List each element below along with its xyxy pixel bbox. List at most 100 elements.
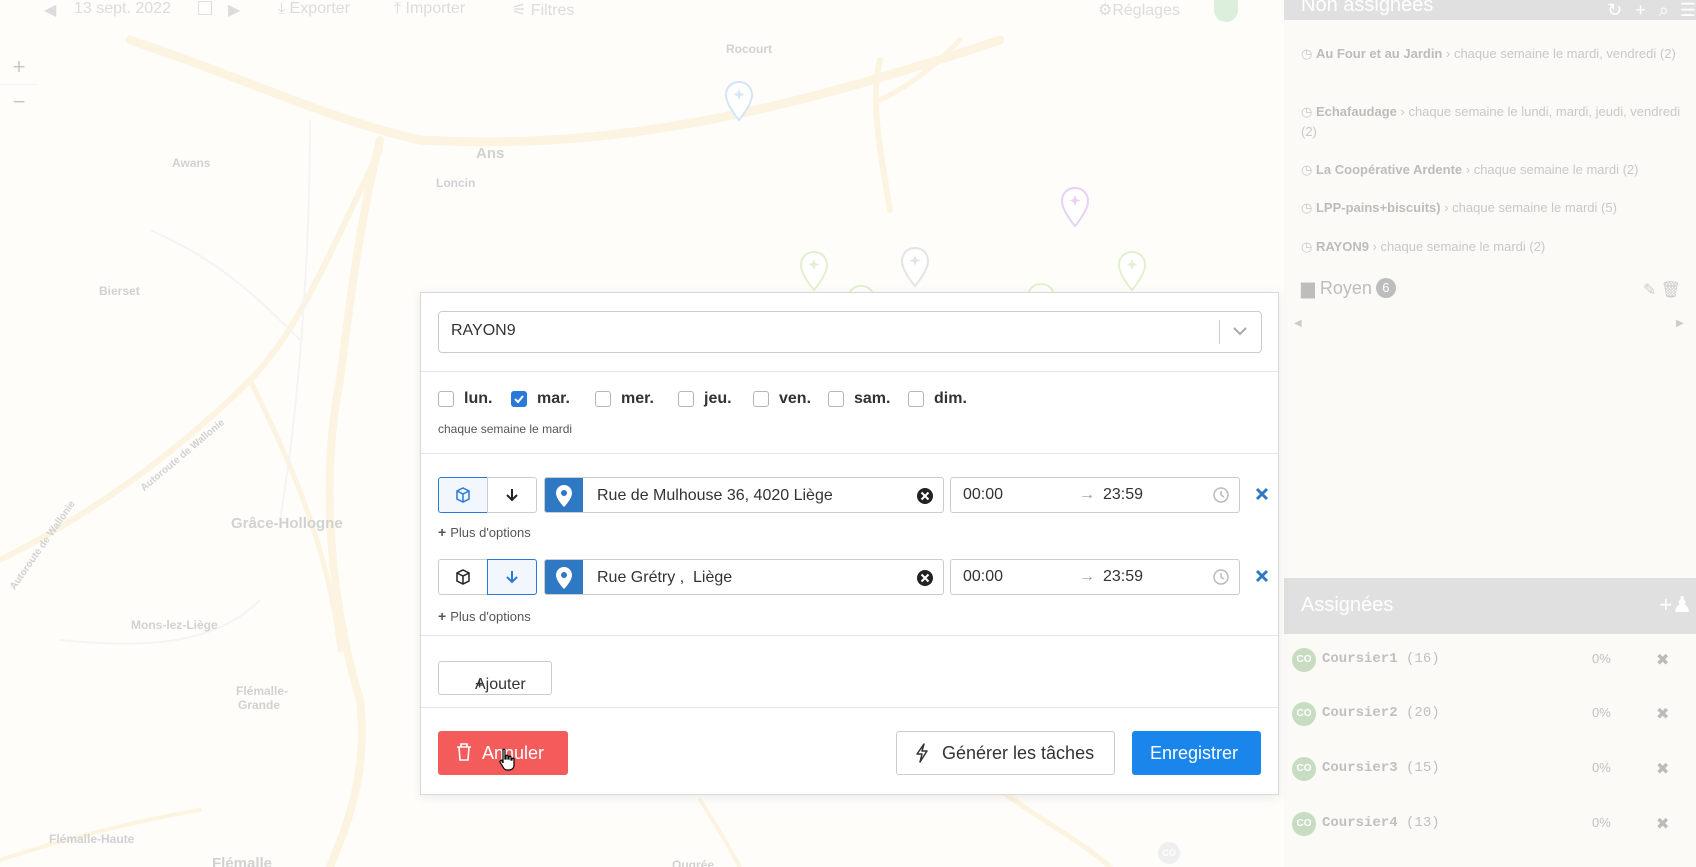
time-from: 00:00 xyxy=(963,486,1004,503)
arrow-down-icon xyxy=(506,489,518,502)
add-label: Ajouter xyxy=(475,676,526,693)
unassigned-task[interactable]: ◷ La Coopérative Ardente › chaque semain… xyxy=(1301,160,1681,180)
pickup-type-button[interactable] xyxy=(438,559,488,595)
map-pin-icon xyxy=(556,567,572,589)
checkbox[interactable] xyxy=(678,391,694,407)
task-folder[interactable]: ▆ Royen 6 ✎ 🗑 xyxy=(1301,278,1681,302)
assigned-title: Assignées xyxy=(1301,594,1394,616)
avatar: CO xyxy=(1292,702,1316,726)
time-to: 23:59 xyxy=(1103,486,1144,503)
address-pin-button[interactable] xyxy=(545,478,583,512)
checkbox[interactable] xyxy=(908,391,924,407)
store-select-value: RAYON9 xyxy=(451,322,516,339)
assigned-header: Assignées +♟ xyxy=(1284,578,1696,634)
unassigned-tools: ↻ + ⌕ ☰ xyxy=(1607,0,1696,21)
checkbox[interactable] xyxy=(753,391,769,407)
generate-tasks-button[interactable]: Générer les tâches xyxy=(896,731,1115,775)
scroll-left-icon[interactable]: ◀ xyxy=(1294,318,1302,329)
dropoff-type-button[interactable] xyxy=(487,477,537,513)
day-label: ven. xyxy=(779,390,812,407)
remove-task-icon[interactable] xyxy=(1254,568,1270,584)
recurrence-rule-modal: RAYON9 lun. mar. mer. jeu. ven. sam. dim… xyxy=(420,292,1279,795)
task-name: Echafaudage xyxy=(1315,104,1397,119)
checkbox[interactable] xyxy=(828,391,844,407)
more-options-link[interactable]: + Plus d'options xyxy=(438,524,531,540)
clear-address-icon[interactable] xyxy=(916,569,934,587)
search-icon[interactable]: ⌕ xyxy=(1659,0,1669,20)
add-courier-icon[interactable]: +♟ xyxy=(1659,592,1692,618)
task-row-dropoff: Rue Grétry , Liège 00:00 → 23:59 xyxy=(438,559,1270,597)
select-separator xyxy=(1219,320,1220,344)
remove-courier-icon[interactable]: ✖ xyxy=(1656,759,1669,779)
courier-row[interactable]: CO Coursier4 (13) 0% ✖ xyxy=(1292,812,1688,838)
more-options-label: Plus d'options xyxy=(450,525,531,540)
address-input[interactable]: Rue Grétry , Liège xyxy=(544,559,944,595)
chevron-down-icon[interactable] xyxy=(1231,322,1249,340)
task-name: RAYON9 xyxy=(1315,239,1369,254)
unassigned-task[interactable]: ◷ Echafaudage › chaque semaine le lundi,… xyxy=(1301,102,1681,142)
time-from: 00:00 xyxy=(963,568,1004,585)
courier-count: (16) xyxy=(1406,651,1440,667)
save-button[interactable]: Enregistrer xyxy=(1132,731,1261,775)
pencil-icon[interactable]: ✎ xyxy=(1643,282,1656,299)
remove-courier-icon[interactable]: ✖ xyxy=(1656,650,1669,670)
cube-icon xyxy=(456,569,470,585)
trash-icon xyxy=(457,743,471,761)
time-range-input[interactable]: 00:00 → 23:59 xyxy=(950,559,1240,595)
plus-icon: + xyxy=(438,524,447,540)
store-select[interactable]: RAYON9 xyxy=(438,311,1262,353)
day-label: jeu. xyxy=(704,390,732,407)
pickup-type-button[interactable] xyxy=(438,477,488,513)
checkbox[interactable] xyxy=(595,391,611,407)
address-pin-button[interactable] xyxy=(545,560,583,594)
more-options-label: Plus d'options xyxy=(450,609,531,624)
time-range-input[interactable]: 00:00 → 23:59 xyxy=(950,477,1240,513)
task-name: LPP-pains+biscuits) xyxy=(1315,200,1441,215)
scroll-right-icon[interactable]: ▶ xyxy=(1676,318,1684,329)
list-icon[interactable]: ☰ xyxy=(1680,0,1696,20)
task-detail: › chaque semaine le mardi (5) xyxy=(1444,200,1617,215)
checkbox-checked[interactable] xyxy=(511,391,527,407)
unassigned-task[interactable]: ◷ RAYON9 › chaque semaine le mardi (2) xyxy=(1301,237,1681,257)
remove-task-icon[interactable] xyxy=(1254,486,1270,502)
lightning-icon xyxy=(916,743,928,763)
avatar: CO xyxy=(1292,648,1316,672)
courier-count: (20) xyxy=(1406,705,1440,721)
unassigned-task[interactable]: ◷ LPP-pains+biscuits) › chaque semaine l… xyxy=(1301,198,1681,218)
add-task-button[interactable]: + Ajouter xyxy=(438,661,552,695)
courier-row[interactable]: CO Coursier3 (15) 0% ✖ xyxy=(1292,757,1688,783)
remove-courier-icon[interactable]: ✖ xyxy=(1656,814,1669,834)
courier-progress: 0% xyxy=(1592,705,1611,720)
address-value: Rue Grétry , Liège xyxy=(597,569,733,586)
plus-icon: + xyxy=(438,608,447,624)
courier-row[interactable]: CO Coursier2 (20) 0% ✖ xyxy=(1292,702,1688,728)
cube-icon xyxy=(456,487,470,503)
folder-count-badge: 6 xyxy=(1375,278,1396,298)
map-pin-icon xyxy=(556,485,572,507)
day-label: mar. xyxy=(537,390,570,407)
courier-row[interactable]: CO Coursier1 (16) 0% ✖ xyxy=(1292,648,1688,674)
task-detail: › chaque semaine le mardi (2) xyxy=(1372,239,1546,254)
day-label: mer. xyxy=(621,390,654,407)
clock-icon: ◷ xyxy=(1301,162,1316,177)
courier-progress: 0% xyxy=(1592,651,1611,666)
time-to: 23:59 xyxy=(1103,568,1144,585)
trash-icon[interactable]: 🗑 xyxy=(1661,282,1681,299)
courier-progress: 0% xyxy=(1592,760,1611,775)
days-section xyxy=(421,371,1278,454)
unassigned-header: Non assignées ↻ + ⌕ ☰ xyxy=(1284,0,1696,20)
unassigned-task[interactable]: ◷ Au Four et au Jardin › chaque semaine … xyxy=(1301,44,1681,64)
clock-icon: ◷ xyxy=(1301,239,1316,254)
avatar: CO xyxy=(1292,757,1316,781)
history-icon[interactable]: ↻ xyxy=(1607,0,1622,20)
address-input[interactable]: Rue de Mulhouse 36, 4020 Liège xyxy=(544,477,944,513)
plus-icon[interactable]: + xyxy=(1635,0,1646,20)
task-row-pickup: Rue de Mulhouse 36, 4020 Liège 00:00 → 2… xyxy=(438,477,1270,515)
more-options-link[interactable]: + Plus d'options xyxy=(438,608,531,624)
remove-courier-icon[interactable]: ✖ xyxy=(1656,704,1669,724)
dropoff-type-button[interactable] xyxy=(487,559,537,595)
checkbox[interactable] xyxy=(438,391,454,407)
day-label: lun. xyxy=(464,390,493,407)
task-name: La Coopérative Ardente xyxy=(1315,162,1463,177)
clear-address-icon[interactable] xyxy=(916,487,934,505)
